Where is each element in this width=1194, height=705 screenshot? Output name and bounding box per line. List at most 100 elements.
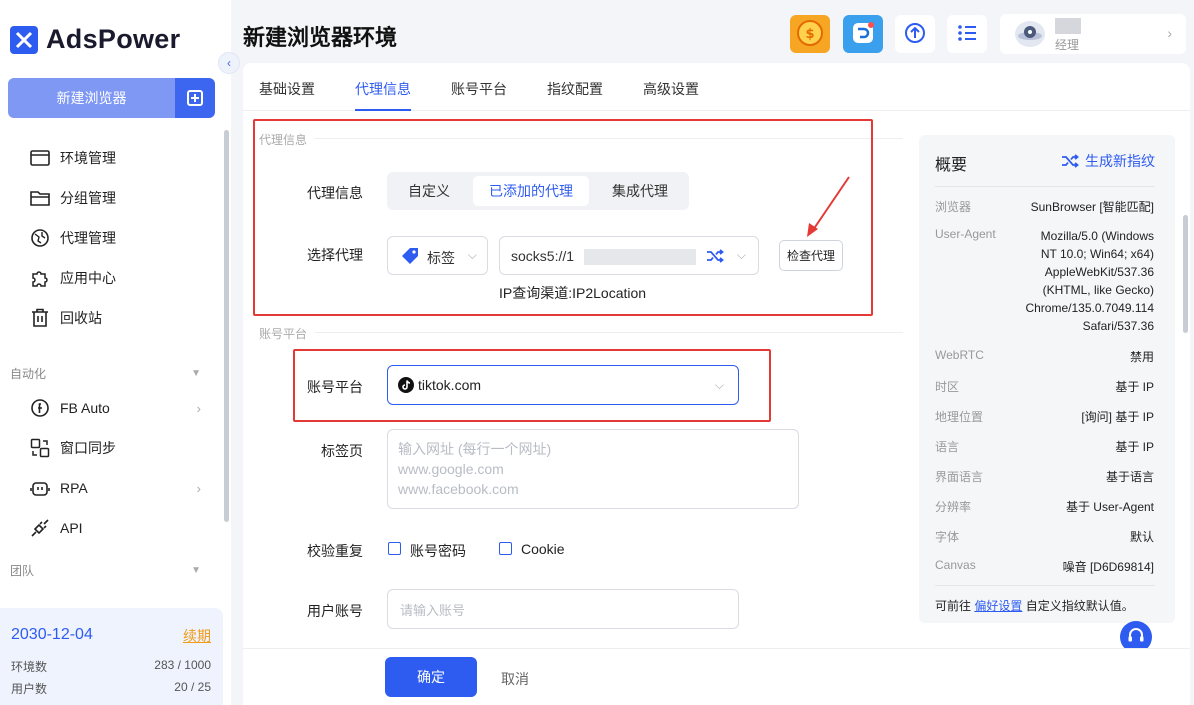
task-list-button[interactable]: [947, 15, 987, 53]
svg-text:$: $: [805, 27, 814, 42]
adspower-logo: AdsPower: [10, 24, 180, 55]
account-platform-label: 账号平台: [307, 379, 363, 395]
team-section[interactable]: 团队 ▼: [0, 557, 231, 583]
input-placeholder: 请输入账号: [400, 602, 466, 618]
browser-window-icon: [30, 148, 50, 168]
sidebar-item-label: 分组管理: [60, 190, 116, 206]
overview-panel: 概要 生成新指纹 浏览器 SunBrowser [智能匹配] User-Agen…: [919, 135, 1175, 623]
confirm-button[interactable]: 确定: [385, 657, 477, 697]
main-card: 基础设置 代理信息 账号平台 指纹配置 高级设置 代理信息 代理信息 自定义 已…: [243, 63, 1190, 705]
overview-key: 语言: [935, 440, 960, 454]
footnote-prefix: 可前往: [935, 599, 975, 613]
dedup-cookie-checkbox[interactable]: [499, 542, 512, 555]
sidebar-item-label: RPA: [60, 480, 88, 496]
sidebar-item-group[interactable]: 分组管理: [0, 178, 231, 218]
main-scrollbar[interactable]: [1183, 215, 1188, 333]
proxy-option-custom[interactable]: 自定义: [391, 176, 467, 206]
page-title: 新建浏览器环境: [243, 25, 398, 50]
overview-value: 基于 User-Agent: [1065, 500, 1154, 514]
proxy-tag-select[interactable]: 标签 ⌵: [387, 236, 488, 275]
coin-icon: $: [795, 18, 825, 51]
overview-value: 基于语言: [1105, 470, 1154, 484]
plan-expiry: 2030-12-04: [11, 626, 93, 643]
main-nav: 环境管理 分组管理 代理管理 应用中心 回收站: [0, 138, 231, 338]
tab-advanced[interactable]: 高级设置: [643, 79, 699, 99]
generate-fingerprint-label: 生成新指纹: [1085, 153, 1155, 169]
section-label: 团队: [10, 563, 35, 578]
preferences-link[interactable]: 偏好设置: [974, 599, 1022, 613]
section-label: 自动化: [10, 366, 47, 381]
sidebar-item-window-sync[interactable]: 窗口同步: [0, 428, 231, 468]
overview-key: 浏览器: [935, 200, 972, 214]
tab-fingerprint[interactable]: 指纹配置: [547, 79, 603, 99]
overview-key: 字体: [935, 530, 960, 544]
sidebar-item-label: FB Auto: [60, 400, 110, 416]
puzzle-icon: [30, 268, 50, 288]
dedup-password-label[interactable]: 账号密码: [410, 541, 466, 561]
automation-section[interactable]: 自动化 ▼: [0, 360, 231, 386]
sidebar-item-trash[interactable]: 回收站: [0, 298, 231, 338]
upload-button[interactable]: [895, 15, 935, 53]
dedup-password-checkbox[interactable]: [388, 542, 401, 555]
proxy-option-integrated[interactable]: 集成代理: [595, 176, 685, 206]
shuffle-icon[interactable]: [706, 248, 724, 267]
overview-divider: [935, 585, 1155, 586]
tiktok-icon: [398, 377, 414, 396]
cancel-button[interactable]: 取消: [501, 669, 529, 689]
sidebar-item-fb-auto[interactable]: FB Auto ›: [0, 388, 231, 428]
overview-key: Canvas: [935, 558, 976, 572]
annotation-arrow: [807, 176, 850, 237]
tab-proxy[interactable]: 代理信息: [355, 79, 411, 99]
coin-reward-button[interactable]: $: [790, 15, 830, 53]
check-proxy-button[interactable]: 检查代理: [779, 240, 843, 271]
sidebar-item-label: 回收站: [60, 310, 102, 326]
overview-value: 噪音 [D6D69814]: [1062, 560, 1154, 574]
proxy-option-saved[interactable]: 已添加的代理: [473, 176, 589, 206]
sidebar-item-proxy[interactable]: 代理管理: [0, 218, 231, 258]
shuffle-icon: [1061, 153, 1079, 169]
tab-account[interactable]: 账号平台: [451, 79, 507, 99]
user-account-input[interactable]: 请输入账号: [387, 589, 739, 629]
upload-cloud-icon: [903, 21, 927, 48]
textarea-placeholder-line: 输入网址 (每行一个网址): [398, 441, 552, 457]
proxy-type-segment: 自定义 已添加的代理 集成代理: [387, 172, 689, 210]
tab-bar: 基础设置 代理信息 账号平台 指纹配置 高级设置: [243, 63, 1190, 111]
overview-value: 基于 IP: [1115, 440, 1154, 454]
renew-link[interactable]: 续期: [183, 626, 211, 646]
sidebar-scrollbar[interactable]: [224, 130, 229, 522]
account-platform-select[interactable]: tiktok.com ⌵: [387, 365, 739, 405]
user-name-redacted: [1055, 18, 1081, 34]
sidebar-item-rpa[interactable]: RPA ›: [0, 468, 231, 508]
proxy-globe-icon: [30, 228, 50, 248]
avatar: [1015, 21, 1045, 47]
chevron-down-icon: ⌵: [714, 378, 724, 392]
sidebar-item-apps[interactable]: 应用中心: [0, 258, 231, 298]
user-menu[interactable]: 经理 ›: [1000, 14, 1186, 54]
overview-divider: [935, 186, 1155, 187]
sidebar-item-label: 窗口同步: [60, 440, 116, 456]
tabs-url-textarea[interactable]: 输入网址 (每行一个网址) www.google.com www.faceboo…: [387, 429, 799, 509]
generate-fingerprint-button[interactable]: 生成新指纹: [1061, 151, 1155, 171]
collapse-sidebar-button[interactable]: ‹: [218, 52, 240, 74]
ip-channel-text: IP查询渠道:IP2Location: [499, 285, 647, 301]
api-plug-icon: [30, 518, 50, 538]
chevron-right-icon: ›: [196, 480, 201, 496]
overview-key: WebRTC: [935, 348, 984, 362]
dedup-cookie-label[interactable]: Cookie: [521, 541, 565, 557]
proxy-select[interactable]: socks5://1 ⌵: [499, 236, 759, 275]
sidebar-item-label: 代理管理: [60, 230, 116, 246]
chevron-right-icon: ›: [1167, 25, 1172, 41]
adspower-logo-icon: [10, 25, 38, 54]
overview-key: 分辨率: [935, 500, 972, 514]
proxy-address-redacted: [584, 249, 696, 265]
proxy-type-label: 代理信息: [307, 185, 363, 201]
overview-value: 默认: [1129, 530, 1154, 544]
sidebar-item-api[interactable]: API: [0, 508, 231, 548]
tab-basic[interactable]: 基础设置: [259, 79, 315, 99]
user-count-row: 用户数 20 / 25: [11, 680, 211, 697]
refresh-app-icon: [850, 20, 876, 49]
app-launcher-button[interactable]: [843, 15, 883, 53]
batch-add-icon[interactable]: [175, 78, 215, 118]
sidebar-item-env[interactable]: 环境管理: [0, 138, 231, 178]
new-browser-button[interactable]: 新建浏览器: [8, 78, 175, 118]
